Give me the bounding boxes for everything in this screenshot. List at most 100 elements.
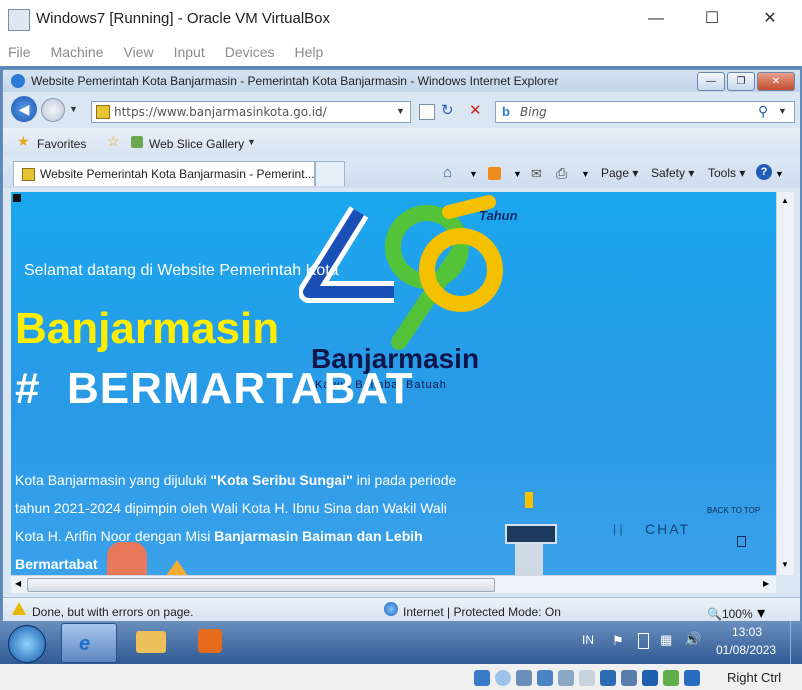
scroll-right-icon[interactable]: ▶ bbox=[763, 579, 769, 588]
address-url[interactable]: https://www.banjarmasinkota.go.id/ bbox=[114, 105, 327, 119]
page-corner-marker bbox=[13, 194, 21, 202]
menu-help[interactable]: Help bbox=[295, 38, 324, 66]
home-icon[interactable]: ⌂ bbox=[443, 164, 452, 181]
help-dropdown-icon[interactable]: ▼ bbox=[775, 169, 784, 179]
web-slice-gallery-link[interactable]: Web Slice Gallery bbox=[149, 135, 244, 153]
building-illustration-roof bbox=[163, 560, 191, 575]
warning-icon[interactable] bbox=[12, 602, 26, 615]
tab-bar: Website Pemerintah Kota Banjarmasin - Pe… bbox=[3, 158, 800, 188]
scroll-left-icon[interactable]: ◀ bbox=[15, 579, 21, 588]
vbox-device-icons bbox=[474, 669, 705, 687]
horizontal-scrollbar[interactable]: ◀ ▶ bbox=[11, 575, 776, 593]
zone-label: Internet | Protected Mode: On bbox=[403, 605, 561, 619]
home-dropdown-icon[interactable]: ▼ bbox=[469, 169, 478, 179]
compatibility-view-icon[interactable] bbox=[419, 104, 435, 120]
web-slice-icon bbox=[131, 136, 143, 148]
feeds-dropdown-icon[interactable]: ▼ bbox=[513, 169, 522, 179]
menu-input[interactable]: Input bbox=[174, 38, 205, 66]
ie-minimize-icon[interactable]: — bbox=[697, 72, 725, 91]
audio-icon[interactable] bbox=[516, 669, 532, 686]
safety-menu-label: Safety bbox=[651, 166, 686, 180]
taskbar-explorer-icon[interactable] bbox=[136, 631, 166, 653]
search-options-icon[interactable]: ▼ bbox=[778, 106, 787, 116]
add-favorite-icon[interactable]: ☆ bbox=[107, 133, 120, 150]
print-dropdown-icon[interactable]: ▼ bbox=[581, 169, 590, 179]
back-button[interactable]: ◀ bbox=[11, 96, 37, 122]
usb-icon[interactable] bbox=[558, 669, 574, 686]
language-indicator[interactable]: IN bbox=[582, 633, 594, 647]
network-adapter-icon[interactable] bbox=[537, 669, 553, 686]
display-icon[interactable] bbox=[600, 669, 616, 686]
minimize-icon[interactable]: — bbox=[634, 6, 678, 32]
zone-text: Internet | Protected Mode: On bbox=[403, 603, 561, 621]
menu-machine[interactable]: Machine bbox=[51, 38, 104, 66]
host-key-label: Right Ctrl bbox=[727, 670, 782, 685]
mail-icon[interactable]: ✉ bbox=[531, 166, 542, 182]
ie-close-icon[interactable]: ✕ bbox=[757, 72, 795, 91]
tab-active[interactable]: Website Pemerintah Kota Banjarmasin - Pe… bbox=[13, 161, 315, 186]
close-icon[interactable]: ✕ bbox=[748, 6, 792, 32]
search-icon[interactable]: ⚲ bbox=[758, 103, 768, 120]
status-text: Done, but with errors on page. bbox=[32, 603, 193, 621]
taskbar-media-player-icon[interactable] bbox=[198, 629, 222, 653]
zoom-control[interactable]: 🔍100% ▾ bbox=[707, 603, 765, 623]
back-to-top-link[interactable]: BACK TO TOP bbox=[707, 506, 760, 515]
help-icon[interactable]: ? bbox=[756, 164, 772, 180]
hdd-icon[interactable] bbox=[474, 669, 490, 686]
battery-icon[interactable] bbox=[638, 633, 649, 649]
stop-icon[interactable]: ✕ bbox=[469, 101, 482, 119]
web-slice-dropdown-icon[interactable]: ▼ bbox=[247, 137, 256, 147]
flag-icon[interactable]: ⚑ bbox=[612, 633, 624, 649]
vertical-scrollbar[interactable]: ▲ ▼ bbox=[776, 192, 794, 575]
new-tab-button[interactable] bbox=[315, 161, 345, 186]
building-illustration-left bbox=[107, 542, 147, 575]
vbox-titlebar: Windows7 [Running] - Oracle VM VirtualBo… bbox=[0, 0, 802, 38]
city-heading: Banjarmasin bbox=[15, 304, 280, 353]
host-key-arrow-icon[interactable] bbox=[684, 669, 700, 686]
zoom-label: 100% bbox=[721, 607, 753, 621]
cpu-icon[interactable] bbox=[642, 669, 658, 686]
taskbar-ie-icon: e bbox=[79, 633, 91, 655]
refresh-icon[interactable]: ↻ bbox=[441, 101, 454, 119]
feeds-icon[interactable] bbox=[488, 167, 501, 180]
ie-navbar: ◀ ▼ https://www.banjarmasinkota.go.id/ ▼… bbox=[3, 94, 800, 126]
vbox-app-icon bbox=[8, 9, 30, 31]
zoom-icon: 🔍 bbox=[707, 607, 722, 621]
mouse-integration-icon[interactable] bbox=[663, 669, 679, 686]
recording-icon[interactable] bbox=[621, 669, 637, 686]
scroll-down-icon[interactable]: ▼ bbox=[781, 560, 789, 569]
favorites-button[interactable]: Favorites bbox=[37, 135, 86, 153]
site-favicon-icon bbox=[96, 105, 110, 119]
horizontal-scroll-thumb[interactable] bbox=[27, 578, 495, 592]
page-menu[interactable]: Page ▾ bbox=[601, 166, 638, 180]
taskbar-ie-button[interactable]: e bbox=[61, 623, 117, 663]
menu-file[interactable]: File bbox=[8, 38, 31, 66]
menu-view[interactable]: View bbox=[123, 38, 153, 66]
ie-titlebar: Website Pemerintah Kota Banjarmasin - Pe… bbox=[3, 70, 800, 92]
address-bar[interactable]: https://www.banjarmasinkota.go.id/ ▼ bbox=[91, 101, 411, 123]
intro-text-a: Kota Banjarmasin yang dijuluki bbox=[15, 472, 211, 488]
safety-menu[interactable]: Safety ▾ bbox=[651, 166, 694, 180]
print-icon[interactable]: ⎙ bbox=[556, 165, 567, 182]
welcome-text: Selamat datang di Website Pemerintah Kot… bbox=[24, 262, 339, 279]
tower-illustration bbox=[501, 492, 557, 575]
tools-menu[interactable]: Tools ▾ bbox=[708, 166, 745, 180]
optical-drive-icon[interactable] bbox=[495, 669, 511, 686]
chat-button[interactable]: CHAT bbox=[645, 521, 690, 537]
shared-folder-icon[interactable] bbox=[579, 669, 595, 686]
back-to-top-icon[interactable] bbox=[737, 536, 746, 547]
clock-date[interactable]: 01/08/2023 bbox=[716, 643, 776, 657]
search-box[interactable]: b Bing ⚲ ▼ bbox=[495, 101, 795, 123]
clock-time[interactable]: 13:03 bbox=[732, 625, 762, 639]
network-icon[interactable]: ▦ bbox=[660, 632, 672, 648]
menu-devices[interactable]: Devices bbox=[225, 38, 275, 66]
maximize-icon[interactable]: ☐ bbox=[690, 6, 734, 32]
ie-restore-icon[interactable]: ❐ bbox=[727, 72, 755, 91]
address-dropdown-icon[interactable]: ▼ bbox=[396, 106, 405, 116]
scroll-up-icon[interactable]: ▲ bbox=[781, 196, 789, 205]
volume-icon[interactable]: 🔊 bbox=[684, 631, 701, 648]
forward-button[interactable] bbox=[41, 98, 65, 122]
nav-history-chevron-icon[interactable]: ▼ bbox=[69, 104, 78, 114]
start-button[interactable] bbox=[8, 625, 46, 663]
show-desktop-button[interactable] bbox=[790, 621, 802, 664]
